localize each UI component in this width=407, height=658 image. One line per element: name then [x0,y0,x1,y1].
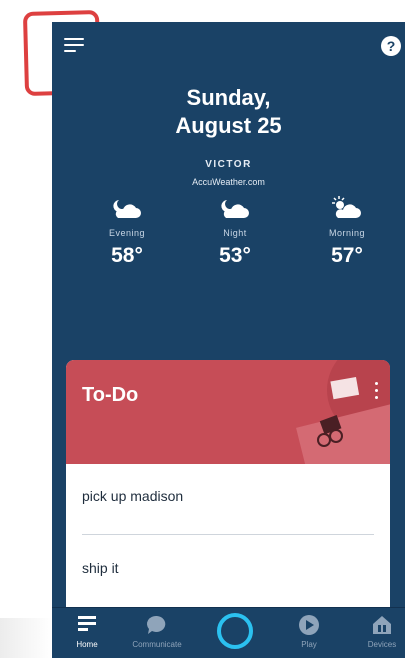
help-icon[interactable]: ? [381,36,401,56]
date-weekday: Sunday, [186,85,271,110]
todo-item[interactable]: pick up madison [82,488,183,504]
nav-label: Home [76,640,98,649]
play-icon [299,615,319,635]
nav-label: Play [301,640,317,649]
forecast-evening: Evening 58° [82,194,172,268]
weather-source[interactable]: AccuWeather.com [52,177,405,187]
devices-icon [373,616,391,634]
cloudy-moon-icon [221,200,249,218]
forecast-temp: 57° [331,244,363,267]
divider [82,534,374,535]
todo-item[interactable]: ship it [82,560,119,576]
nav-home[interactable]: Home [52,614,122,649]
cloudy-moon-icon [113,200,141,218]
forecast-period: Morning [328,228,365,238]
forecast-temp: 53° [219,244,251,267]
nav-play[interactable]: Play [274,614,344,649]
nav-devices[interactable]: Devices [347,614,405,649]
nav-communicate[interactable]: Communicate [122,614,192,649]
weather-location: VICTOR [205,159,252,170]
todo-card-title: To-Do [82,384,139,406]
nav-label: Devices [367,640,397,649]
forecast-temp: 58° [111,244,143,267]
alexa-icon[interactable] [217,613,253,649]
nav-label: Communicate [132,640,182,649]
forecast-night: Night 53° [190,194,280,268]
date-month-day: August 25 [175,113,282,138]
more-options-icon[interactable] [372,382,380,400]
partly-sunny-icon [332,196,361,218]
bottom-nav-bar: Home Communicate Play Devices [52,607,405,658]
forecast-period: Evening [108,228,146,238]
todo-card-header: To-Do [66,360,390,464]
forecast-period: Night [223,228,247,238]
alexa-app-home-screen: ? Sunday, August 25 VICTOR AccuWeather.c… [52,22,405,658]
hamburger-menu-icon[interactable] [64,36,86,54]
forecast-morning: Morning 57° [302,194,392,268]
background-edge [0,618,52,658]
chat-bubble-icon [146,615,166,634]
home-icon [78,616,96,631]
binder-clip-illustration-icon [296,360,390,464]
